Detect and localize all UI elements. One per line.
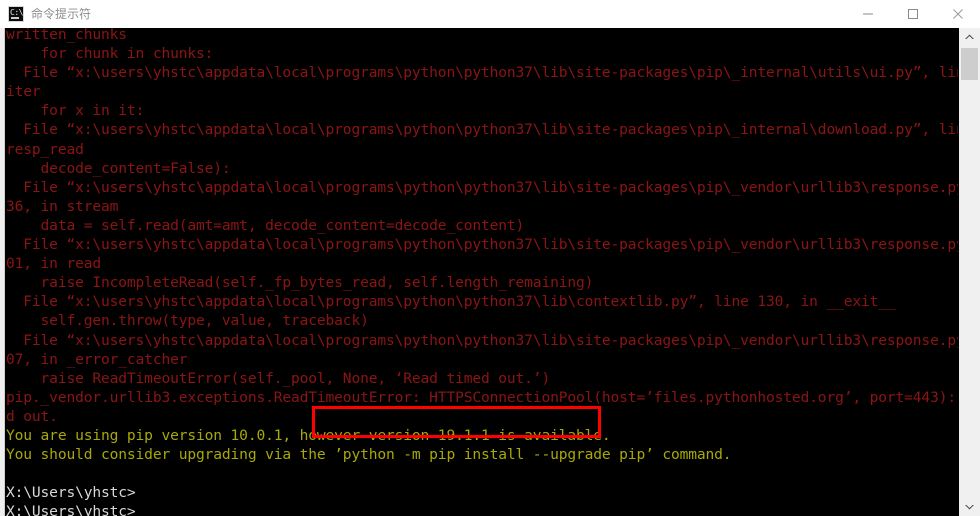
- close-button[interactable]: [935, 0, 980, 28]
- console-line: File “x:\users\yhstc\appdata\local\progr…: [6, 121, 958, 139]
- console-line: written_chunks: [6, 28, 127, 43]
- console-line: decode_content=False):: [6, 159, 231, 177]
- maximize-button[interactable]: [890, 0, 935, 28]
- console-line: raise IncompleteRead(self._fp_bytes_read…: [6, 274, 594, 292]
- title-bar[interactable]: C:\ 命令提示符: [0, 0, 980, 29]
- console-line: 01, in read: [6, 255, 101, 273]
- console-line: 36, in stream: [6, 197, 119, 215]
- console-area: written_chunks for chunk in chunks: File…: [0, 28, 980, 516]
- console-line: File “x:\users\yhstc\appdata\local\progr…: [6, 64, 958, 82]
- cmd-icon-underscore: [11, 17, 19, 19]
- console-line: File “x:\users\yhstc\appdata\local\progr…: [6, 236, 958, 254]
- scroll-down-icon[interactable]: [959, 498, 980, 516]
- command-prompt-window: C:\ 命令提示符 written_chunks for chunk in ch…: [0, 0, 980, 516]
- console-line: d out.: [6, 407, 58, 425]
- console-line: self.gen.throw(type, value, traceback): [6, 312, 369, 330]
- console-line: X:\Users\yhstc>: [6, 484, 136, 502]
- console-line: File “x:\users\yhstc\appdata\local\progr…: [6, 178, 958, 196]
- console-line: iter: [6, 83, 41, 101]
- console-line: File “x:\users\yhstc\appdata\local\progr…: [6, 293, 896, 311]
- console-line: for chunk in chunks:: [6, 45, 214, 63]
- scrollbar-thumb[interactable]: [961, 48, 978, 80]
- console-line: data = self.read(amt=amt, decode_content…: [6, 216, 525, 234]
- console-line: pip._vendor.urllib3.exceptions.ReadTimeo…: [6, 388, 958, 406]
- console-line: File “x:\users\yhstc\appdata\local\progr…: [6, 331, 958, 349]
- cmd-icon: C:\: [8, 6, 24, 22]
- scroll-up-icon[interactable]: [959, 28, 980, 46]
- console-line: You are using pip version 10.0.1, howeve…: [6, 426, 611, 444]
- console-line: resp_read: [6, 140, 84, 158]
- console-output[interactable]: written_chunks for chunk in chunks: File…: [5, 28, 958, 516]
- window-controls: [845, 0, 980, 28]
- window-title: 命令提示符: [31, 7, 92, 21]
- title-bar-left: C:\ 命令提示符: [0, 6, 845, 22]
- console-line: You should consider upgrading via the ’p…: [6, 446, 732, 464]
- console-line: 07, in _error_catcher: [6, 350, 188, 368]
- minimize-button[interactable]: [845, 0, 890, 28]
- console-text: written_chunks for chunk in chunks: File…: [5, 28, 958, 516]
- console-line: raise ReadTimeoutError(self._pool, None,…: [6, 369, 551, 387]
- console-line: X:\Users\yhstc>: [6, 503, 136, 516]
- console-line: for x in it:: [6, 102, 145, 120]
- console-scrollbar[interactable]: [958, 28, 980, 516]
- cmd-icon-glyph: C:\: [10, 8, 23, 17]
